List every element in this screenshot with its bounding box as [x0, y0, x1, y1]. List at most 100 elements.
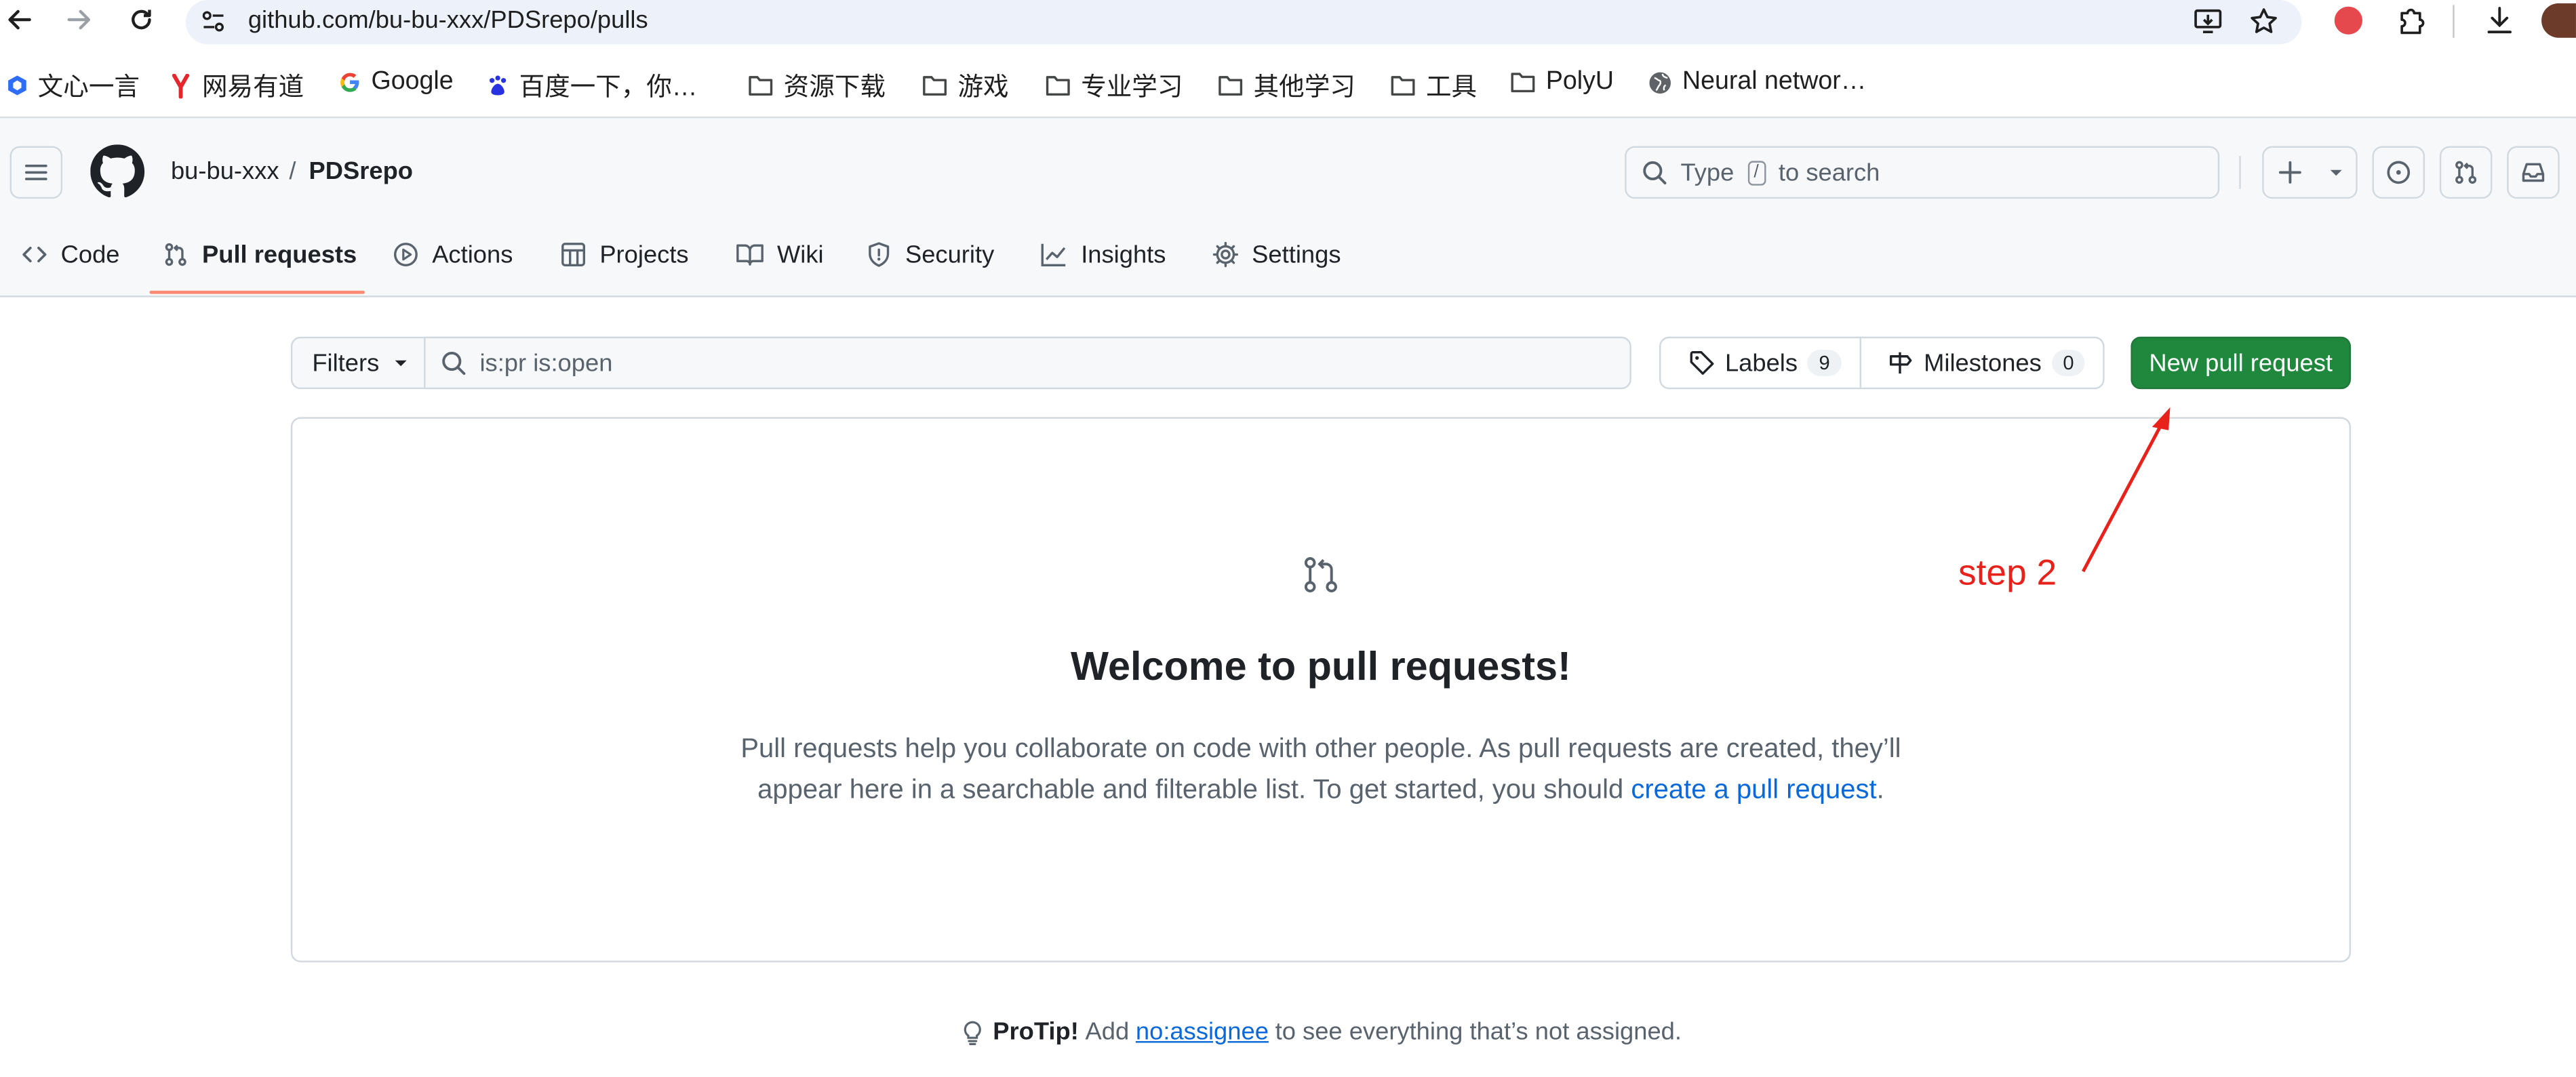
- play-icon: [393, 241, 419, 268]
- annotation-arrow: [2081, 407, 2171, 573]
- repo-name-link[interactable]: PDSrepo: [309, 158, 413, 186]
- bookmark-star-icon[interactable]: [2249, 7, 2279, 37]
- bookmark-item[interactable]: 其他学习: [1217, 67, 1355, 103]
- button-group-divider: [1859, 338, 1862, 388]
- tab-settings[interactable]: Settings: [1212, 228, 1341, 281]
- global-search-input[interactable]: Type / to search: [1625, 146, 2220, 199]
- extensions-icon[interactable]: [2395, 5, 2426, 36]
- triangle-down-icon: [2329, 169, 2341, 176]
- gear-icon: [1212, 241, 1239, 268]
- bookmark-label: 工具: [1425, 74, 1478, 102]
- install-app-icon[interactable]: [2193, 7, 2223, 37]
- bookmark-item[interactable]: 文心一言: [7, 67, 140, 103]
- bookmark-item[interactable]: 专业学习: [1045, 67, 1183, 103]
- bookmark-item[interactable]: PolyU: [1510, 67, 1614, 97]
- site-settings-icon[interactable]: [201, 8, 227, 35]
- create-new-button[interactable]: [2262, 146, 2358, 199]
- repo-owner-link[interactable]: bu-bu-xxx: [171, 158, 279, 186]
- menu-button[interactable]: [9, 146, 63, 199]
- bookmark-item[interactable]: Google: [338, 67, 454, 97]
- milestones-label: Milestones: [1924, 348, 2042, 378]
- tab-security[interactable]: Security: [866, 228, 994, 281]
- tab-insights[interactable]: Insights: [1040, 228, 1166, 281]
- step-annotation-label: step 2: [1958, 552, 2057, 593]
- git-pull-request-icon: [1299, 553, 1342, 596]
- protip: ProTip! Add no:assignee to see everythin…: [0, 1018, 2576, 1046]
- back-icon[interactable]: [7, 7, 33, 33]
- tab-projects[interactable]: Projects: [560, 228, 689, 281]
- tab-pull-requests[interactable]: Pull requests: [163, 228, 357, 281]
- pull-requests-button[interactable]: [2439, 146, 2493, 199]
- search-shortcut-key: /: [1747, 160, 1766, 185]
- protip-before: Add: [1085, 1018, 1130, 1046]
- filters-label: Filters: [312, 348, 380, 378]
- issues-button[interactable]: [2372, 146, 2425, 199]
- url-text[interactable]: github.com/bu-bu-xxx/PDSrepo/pulls: [248, 7, 648, 35]
- youdao-extension-icon[interactable]: [2334, 6, 2362, 35]
- hamburger-icon: [24, 164, 47, 180]
- protip-after: to see everything that’s not assigned.: [1275, 1018, 1682, 1046]
- code-icon: [21, 241, 47, 268]
- bookmark-item[interactable]: 百度一下，你…: [486, 67, 698, 103]
- active-tab-underline: [149, 290, 365, 294]
- filter-search-input[interactable]: is:pr is:open: [424, 336, 1631, 390]
- triangle-down-icon: [395, 360, 407, 367]
- breadcrumb-separator: /: [289, 157, 296, 186]
- tab-label: Code: [60, 240, 120, 269]
- folder-icon: [922, 74, 948, 97]
- reload-icon[interactable]: [128, 7, 155, 33]
- bookmark-item[interactable]: 网易有道: [171, 67, 304, 103]
- blankslate-description: Pull requests help you collaborate on co…: [723, 729, 1919, 811]
- profile-avatar[interactable]: [2541, 3, 2576, 38]
- inbox-button[interactable]: [2507, 146, 2560, 199]
- baidu-icon: [486, 74, 509, 97]
- globe-icon: [1648, 70, 1672, 94]
- bookmark-item[interactable]: Neural networ…: [1648, 67, 1866, 97]
- wenxin-icon: [7, 74, 28, 97]
- blankslate-period: .: [1876, 775, 1884, 805]
- tab-label: Settings: [1252, 240, 1341, 269]
- bookmark-item[interactable]: 工具: [1390, 67, 1477, 103]
- bookmark-label: PolyU: [1545, 67, 1614, 96]
- table-icon: [560, 241, 587, 268]
- no-assignee-link[interactable]: no:assignee: [1136, 1018, 1269, 1046]
- tab-label: Wiki: [776, 240, 824, 269]
- bookmark-item[interactable]: 游戏: [922, 67, 1009, 103]
- shield-icon: [866, 241, 892, 268]
- forward-icon[interactable]: [66, 7, 92, 33]
- folder-icon: [747, 74, 774, 97]
- milestone-icon: [1889, 352, 1912, 374]
- labels-label: Labels: [1724, 348, 1798, 378]
- labels-button[interactable]: Labels 9: [1689, 338, 1842, 388]
- issue-opened-icon: [2387, 161, 2411, 184]
- new-pull-request-button[interactable]: New pull request: [2131, 336, 2352, 390]
- header-divider: [2239, 156, 2241, 189]
- bookmark-label: Neural networ…: [1682, 67, 1867, 96]
- create-pull-request-link[interactable]: create a pull request: [1631, 775, 1876, 805]
- tab-actions[interactable]: Actions: [393, 228, 513, 281]
- tab-code[interactable]: Code: [21, 228, 120, 281]
- folder-icon: [1390, 74, 1416, 97]
- protip-label: ProTip!: [993, 1018, 1079, 1046]
- google-icon: [338, 70, 361, 94]
- milestones-button[interactable]: Milestones 0: [1888, 338, 2086, 388]
- bookmark-label: 游戏: [957, 74, 1009, 102]
- inbox-icon: [2522, 163, 2545, 182]
- filter-query: is:pr is:open: [479, 348, 613, 378]
- plus-icon: [2278, 161, 2301, 184]
- bookmark-item[interactable]: 资源下载: [747, 67, 886, 103]
- tab-label: Insights: [1081, 240, 1166, 269]
- filters-button[interactable]: Filters: [290, 336, 426, 390]
- github-logo-icon[interactable]: [90, 144, 145, 199]
- tab-label: Pull requests: [202, 240, 357, 269]
- tab-label: Security: [905, 240, 995, 269]
- bookmark-label: 专业学习: [1081, 74, 1183, 102]
- blankslate-title: Welcome to pull requests!: [1071, 645, 1571, 690]
- toolbar-divider: [2453, 5, 2455, 38]
- milestones-count: 0: [2051, 350, 2086, 376]
- search-prefix: Type: [1680, 158, 1735, 186]
- download-icon[interactable]: [2484, 5, 2515, 36]
- search-suffix: to search: [1778, 158, 1880, 186]
- bookmark-label: 资源下载: [783, 74, 886, 102]
- tab-wiki[interactable]: Wiki: [736, 228, 824, 281]
